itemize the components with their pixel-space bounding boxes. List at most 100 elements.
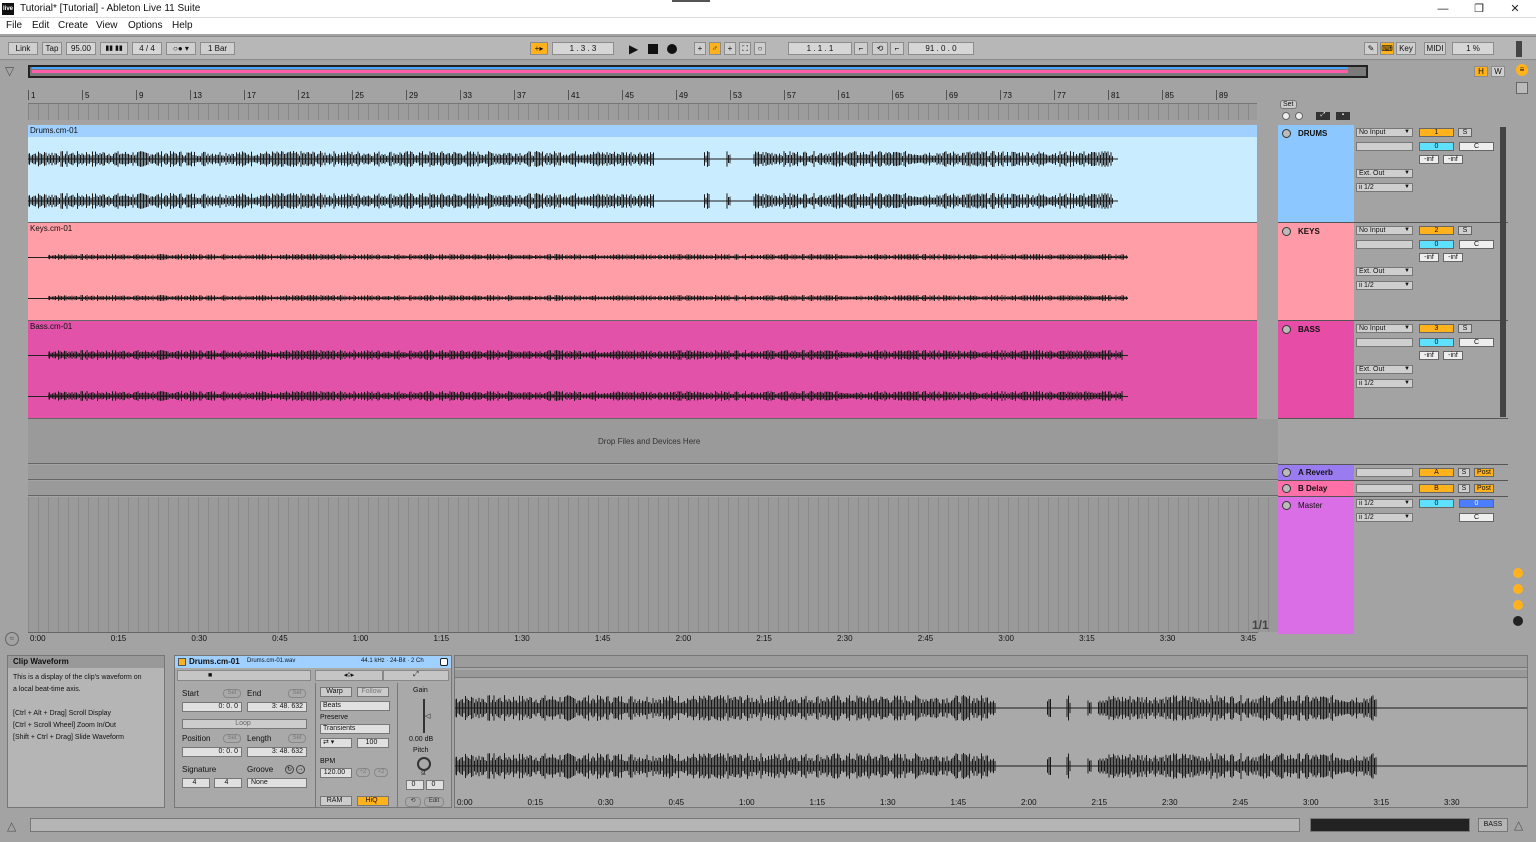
end-field[interactable]: 3: 48. 632	[247, 702, 307, 712]
menu-options[interactable]: Options	[128, 20, 162, 31]
return-b-io[interactable]	[1356, 484, 1413, 493]
output-type-select[interactable]: Ext. Out	[1356, 267, 1413, 276]
fold-icon[interactable]	[1282, 501, 1291, 510]
mixer-toggle-icon[interactable]	[1513, 616, 1523, 626]
groove-hotswap-icon[interactable]: ↻	[285, 765, 294, 774]
output-channel-select[interactable]: ii 1/2	[1356, 281, 1413, 290]
track-pan[interactable]: C	[1459, 338, 1494, 347]
signature-denominator[interactable]: 4	[214, 778, 242, 788]
output-channel-select[interactable]: ii 1/2	[1356, 379, 1413, 388]
re-enable-automation-icon[interactable]: +	[724, 42, 736, 55]
clip-time-ruler[interactable]: 0:00 0:15 0:30 0:45 1:00 1:15 1:30 1:45 2:00 2:15…	[455, 798, 1527, 808]
double-tempo-button[interactable]: ×2	[374, 768, 388, 777]
loop-button[interactable]: Loop	[182, 719, 307, 729]
track-lane-bass[interactable]: Bass.cm-01	[28, 321, 1257, 419]
sends-toggle-icon[interactable]	[1513, 584, 1523, 594]
pitch-knob[interactable]	[417, 757, 431, 771]
automation-arm-icon[interactable]: ♂	[709, 42, 721, 55]
envelope-tab[interactable]: ⤢	[383, 670, 449, 681]
close-button[interactable]: ✕	[1500, 1, 1530, 17]
clip-activator[interactable]	[178, 658, 186, 666]
track-activator[interactable]: 2	[1419, 226, 1454, 235]
fold-icon[interactable]	[1282, 227, 1291, 236]
clip-tab[interactable]: ■	[177, 670, 311, 681]
menu-file[interactable]: File	[6, 20, 22, 31]
return-a-header[interactable]: A Reverb	[1278, 465, 1354, 480]
punch-out-icon[interactable]: ⌐	[890, 42, 904, 55]
audio-tab[interactable]: ◂◊▸	[315, 670, 383, 681]
solo-button[interactable]: S	[1458, 324, 1472, 333]
return-a-solo[interactable]: S	[1458, 468, 1470, 477]
zoom-icon[interactable]: ≈	[5, 632, 19, 646]
w-button[interactable]: W	[1491, 66, 1505, 77]
master-lane[interactable]	[28, 497, 1278, 632]
lock-icon[interactable]: ▪	[1336, 112, 1350, 120]
track-volume[interactable]: 0	[1419, 338, 1454, 347]
track-remove-icon[interactable]	[1295, 112, 1303, 120]
return-lane-b[interactable]	[28, 481, 1278, 496]
preserve-select[interactable]: Transients	[320, 724, 390, 734]
start-field[interactable]: 0: 0. 0	[182, 702, 242, 712]
clip-header[interactable]: Drums.cm-01 Drums.cm-01.wav 44.1 kHz · 2…	[175, 656, 451, 668]
punch-in-icon[interactable]: ⌐	[854, 42, 868, 55]
groove-commit-icon[interactable]: →	[296, 765, 305, 774]
return-b-activator[interactable]: B	[1419, 484, 1454, 493]
minimize-button[interactable]: —	[1428, 1, 1458, 17]
metronome-button[interactable]: ○● ▾	[166, 42, 196, 55]
track-lane-keys[interactable]: Keys.cm-01	[28, 223, 1257, 321]
loop-brace-strip[interactable]	[28, 103, 1257, 120]
envelope-value-field[interactable]: 100	[357, 738, 389, 748]
link-button[interactable]: Link	[8, 42, 38, 55]
loop-switch-icon[interactable]: ⟲	[872, 42, 888, 55]
solo-button[interactable]: S	[1458, 128, 1472, 137]
track-lane-drums[interactable]: Drums.cm-01	[28, 125, 1257, 223]
return-b-solo[interactable]: S	[1458, 484, 1470, 493]
master-header[interactable]: Master	[1278, 497, 1354, 634]
position-field[interactable]: 0: 0. 0	[182, 747, 242, 757]
track-header[interactable]: BASS	[1278, 321, 1354, 418]
midi-map-button[interactable]: MIDI	[1424, 42, 1446, 55]
gain-handle-icon[interactable]: ◁	[425, 712, 430, 720]
loop-length-field[interactable]: 91 . 0 . 0	[908, 42, 974, 55]
arrangement-position-field[interactable]: 1 . 3 . 3	[552, 42, 614, 55]
track-pan[interactable]: C	[1459, 240, 1494, 249]
track-header[interactable]: DRUMS	[1278, 125, 1354, 222]
capture-midi-icon[interactable]: ⛶	[739, 42, 751, 55]
loop-mode-select[interactable]: ⇄ ▾	[320, 738, 352, 748]
track-volume[interactable]: 0	[1419, 240, 1454, 249]
track-activator[interactable]: 3	[1419, 324, 1454, 333]
warp-button[interactable]: Warp	[320, 687, 352, 697]
sample-editor-ruler[interactable]	[455, 656, 1527, 668]
detail-toggle-icon[interactable]: △	[7, 819, 16, 833]
output-channel-select[interactable]: ii 1/2	[1356, 183, 1413, 192]
reverse-icon[interactable]: ⟲	[405, 797, 421, 807]
input-channel-select[interactable]	[1356, 240, 1413, 249]
return-lane-a[interactable]	[28, 465, 1278, 480]
track-pan[interactable]: C	[1459, 142, 1494, 151]
return-a-post[interactable]: Post	[1474, 468, 1494, 477]
clip-view-toggle-icon[interactable]	[1516, 82, 1528, 94]
bar-ruler[interactable]: 1 5 9 13 17 21 25 29 33 37 41 45 49 53 57 61 65 69 73 77 81 8…	[28, 90, 1257, 103]
master-output-2[interactable]: ii 1/2	[1356, 513, 1413, 522]
end-set-button[interactable]: Set	[288, 689, 306, 698]
return-a-io[interactable]	[1356, 468, 1413, 477]
menu-edit[interactable]: Edit	[32, 20, 49, 31]
session-record-icon[interactable]: ○	[754, 42, 766, 55]
return-b-header[interactable]: B Delay	[1278, 481, 1354, 496]
returns-toggle-icon[interactable]	[1513, 600, 1523, 610]
output-type-select[interactable]: Ext. Out	[1356, 169, 1413, 178]
track-volume[interactable]: 0	[1419, 142, 1454, 151]
master-cue-volume[interactable]: 0	[1459, 499, 1494, 508]
input-type-select[interactable]: No Input	[1356, 324, 1413, 333]
menu-create[interactable]: Create	[58, 20, 88, 31]
fold-icon[interactable]	[1282, 129, 1291, 138]
follow-button[interactable]: Follow	[357, 687, 389, 697]
menu-view[interactable]: View	[96, 20, 118, 31]
stop-icon[interactable]	[648, 44, 658, 54]
io-toggle-icon[interactable]	[1513, 568, 1523, 578]
hiq-button[interactable]: HiQ	[357, 796, 389, 806]
arrangement-overview[interactable]	[28, 65, 1368, 78]
warp-mode-select[interactable]: Beats	[320, 701, 390, 711]
sample-editor[interactable]: 0:00 0:15 0:30 0:45 1:00 1:15 1:30 1:45 2:00 2:15…	[454, 655, 1528, 808]
track-header[interactable]: KEYS	[1278, 223, 1354, 320]
